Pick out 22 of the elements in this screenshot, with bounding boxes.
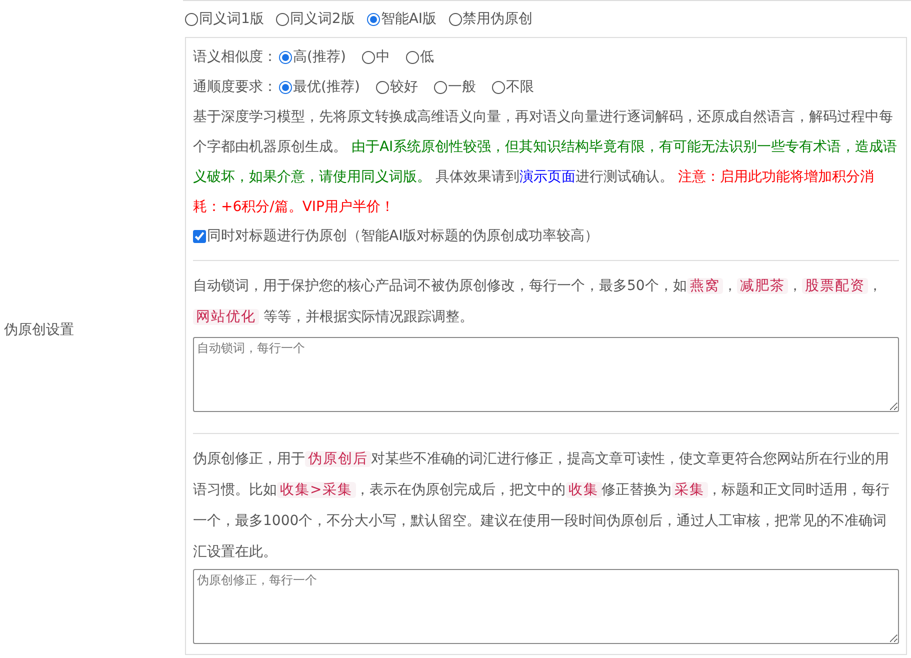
corrections-field[interactable]: 伪原创修正，每行一个: [193, 569, 899, 644]
section-label: 伪原创设置: [4, 321, 74, 340]
checkbox-box[interactable]: [193, 230, 206, 242]
option-label: 通顺度要求：: [193, 78, 277, 96]
similarity-radio[interactable]: 中: [362, 46, 390, 68]
similarity-radio[interactable]: 高(推荐): [279, 46, 346, 68]
mode-radio[interactable]: 同义词1版: [185, 8, 264, 30]
lock-words-field[interactable]: 自动锁词，每行一个: [193, 337, 899, 412]
lock-words-description: 自动锁词，用于保护您的核心产品词不被伪原创修改，每行一个，最多50个，如 燕窝 ， 减肥茶 ， 股票配资 ， 网站优化 等等，并根据实际情况跟踪调整。: [193, 277, 883, 327]
similarity-radio[interactable]: 低: [406, 46, 434, 68]
fluency-radio[interactable]: 最优(推荐): [279, 76, 360, 98]
mode-radio[interactable]: 同义词2版: [276, 8, 355, 30]
option-label: 语义相似度：: [193, 48, 277, 66]
title-checkbox[interactable]: 同时对标题进行伪原创（智能AI版对标题的伪原创成功率较高）: [193, 222, 899, 250]
mode-radio[interactable]: 禁用伪原创: [448, 8, 533, 30]
fluency-radio[interactable]: 较好: [376, 76, 418, 98]
fluency-radio[interactable]: 一般: [434, 76, 476, 98]
mode-radio[interactable]: 智能AI版: [366, 8, 437, 30]
description-text: 基于深度学习模型，先将原文转换成高维语义向量，再对语义向量进行逐词解码，还原成自然语言，解码过程中每个字都由机器原创生成。 由于AI系统原创性较强，但其知识结构毕竟有限，有可能无法识别一些专有术语，造成语义破坏，如果介意，请使用同义词版。 具体效果请到演示页面进行测试确认。 注意：启用此功能将增加积分消耗：+6积分/篇。VIP用户半价！: [193, 108, 898, 217]
fluency-radio[interactable]: 不限: [492, 76, 534, 98]
demo-page-link[interactable]: 演示页面: [519, 169, 576, 185]
corrections-description: 伪原创修正，用于 伪原创后 对某些不准确的词汇进行修正，提高文章可读性，使文章更符合您网站所在行业的用语习惯。比如 收集>采集 ，表示在伪原创完成后，把文中的 收集 修正替换为 采集 ，标题和正文同时适用，每行一个，最多1000个，不分大小写，默认留空。建议在使用一段时间伪原创后，通过人工审核，把常见的不准确词汇设置在此。: [193, 450, 891, 562]
